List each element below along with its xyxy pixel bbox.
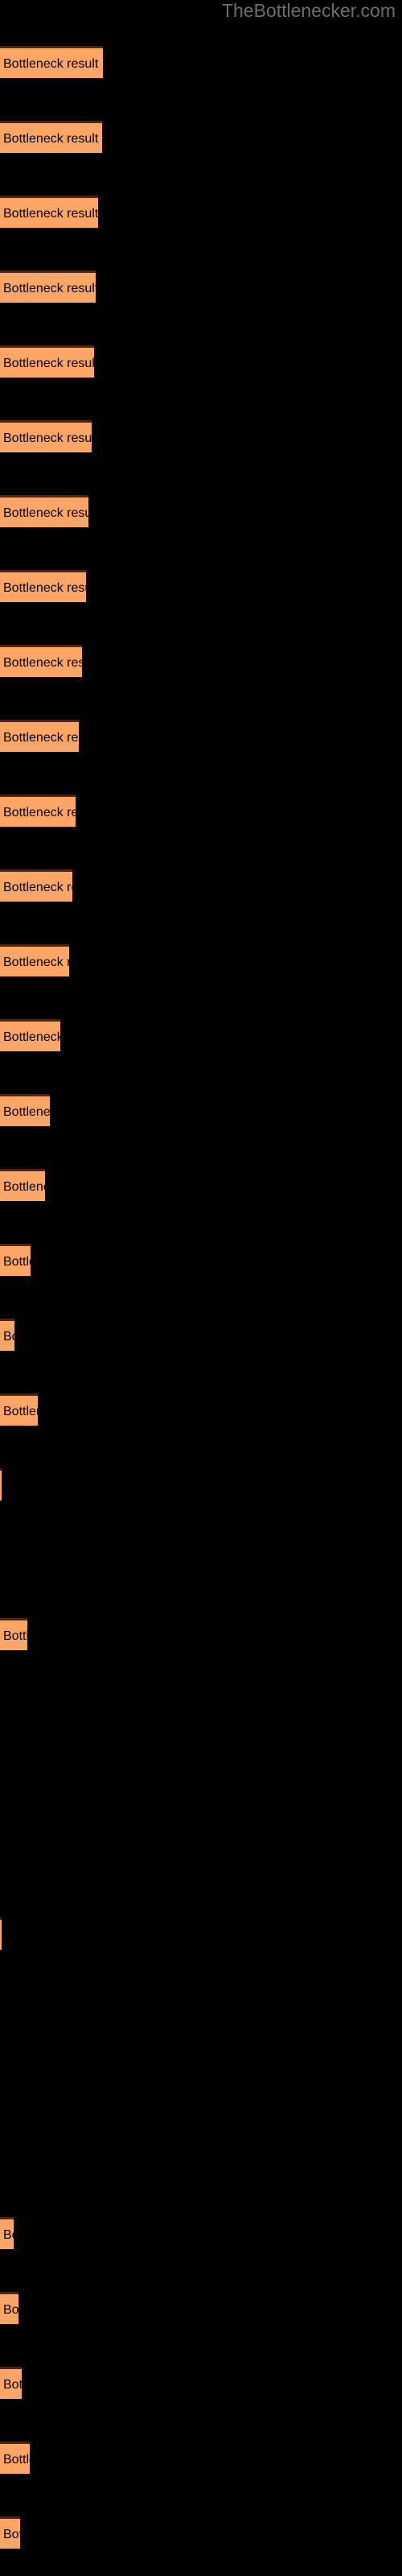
bar-row: Bottleneck result [0,1693,402,1725]
chart-bar[interactable]: Bottleneck result [0,420,92,452]
bar-label: Bottleneck result [3,1330,14,1344]
bar-label: Bottleneck result [3,1629,27,1643]
bar-row: Bottleneck result [0,1992,402,2025]
bar-row: Bottleneck result [0,1094,402,1126]
bar-row: Bottleneck result [0,1244,402,1276]
bar-label: Bottleneck result [3,1105,50,1119]
bar-label: Bottleneck result [3,581,86,595]
bar-row: Bottleneck result [0,2067,402,2099]
bar-row: Bottleneck result [0,869,402,902]
chart-bar[interactable]: Bottleneck result [0,121,102,153]
chart-bar[interactable]: Bottleneck result [0,1468,2,1501]
chart-bar[interactable]: Bottleneck result [0,1244,31,1276]
chart-bar[interactable]: Bottleneck result [0,2292,18,2324]
bar-label: Bottleneck result [3,506,88,520]
chart-bar[interactable]: Bottleneck result [0,196,98,228]
bar-label: Bottleneck result [3,431,92,445]
chart-bar[interactable]: Bottleneck result [0,720,79,752]
bar-row: Bottleneck result [0,495,402,527]
bar-row: Bottleneck result [0,2142,402,2174]
bar-row: Bottleneck result [0,944,402,976]
chart-bar[interactable]: Bottleneck result [0,2516,20,2549]
chart-bar[interactable]: Bottleneck result [0,1094,50,1126]
chart-bar[interactable]: Bottleneck result [0,944,69,976]
bar-row: Bottleneck result [0,2292,402,2324]
bar-row: Bottleneck result [0,795,402,827]
bar-label: Bottleneck result [3,656,82,670]
bar-row: Bottleneck result [0,1543,402,1575]
chart-bar[interactable]: Bottleneck result [0,645,82,677]
chart-bar[interactable]: Bottleneck result [0,1319,14,1351]
bar-label: Bottleneck result [3,1255,31,1269]
chart-bar[interactable]: Bottleneck result [0,1393,38,1426]
chart-bar[interactable]: Bottleneck result [0,869,72,902]
bar-row: Bottleneck result [0,1468,402,1501]
bar-label: Bottleneck result [3,282,96,295]
chart-bar[interactable]: Bottleneck result [0,270,96,303]
bar-row: Bottleneck result [0,345,402,378]
bar-label: Bottleneck result [3,57,99,71]
chart-bar[interactable]: Bottleneck result [0,1019,60,1051]
bar-row: Bottleneck result [0,2442,402,2474]
bar-row: Bottleneck result [0,1918,402,1950]
bar-row: Bottleneck result [0,1618,402,1650]
bar-row: Bottleneck result [0,2217,402,2249]
chart-bar[interactable]: Bottleneck result [0,495,88,527]
bar-label: Bottleneck result [3,2378,22,2392]
bar-label: Bottleneck result [3,2453,30,2467]
bar-label: Bottleneck result [3,132,99,146]
bar-label: Bottleneck result [3,1180,45,1194]
bar-row: Bottleneck result [0,1393,402,1426]
bar-row: Bottleneck result [0,196,402,228]
bar-row: Bottleneck result [0,1019,402,1051]
bar-row: Bottleneck result [0,46,402,78]
bar-label: Bottleneck result [3,1030,60,1044]
bar-row: Bottleneck result [0,121,402,153]
bar-row: Bottleneck result [0,1319,402,1351]
chart-bar[interactable]: Bottleneck result [0,570,86,602]
chart-page: TheBottlenecker.com Bottleneck result Bot… [0,0,402,2576]
bar-row: Bottleneck result [0,720,402,752]
bar-row: Bottleneck result [0,2516,402,2549]
bar-label: Bottleneck result [3,1405,38,1418]
chart-bar[interactable]: Bottleneck result [0,1169,45,1201]
bar-row: Bottleneck result [0,1843,402,1875]
bar-label: Bottleneck result [3,2228,14,2242]
bar-label: Bottleneck result [3,731,79,745]
bar-row: Bottleneck result [0,420,402,452]
chart-bar[interactable]: Bottleneck result [0,795,76,827]
bar-row: Bottleneck result [0,1169,402,1201]
bar-label: Bottleneck result [3,357,94,370]
chart-bar[interactable]: Bottleneck result [0,1918,2,1950]
bar-row: Bottleneck result [0,570,402,602]
chart-bar[interactable]: Bottleneck result [0,2442,30,2474]
bar-row: Bottleneck result [0,2367,402,2399]
bar-row: Bottleneck result [0,1768,402,1800]
bar-row: Bottleneck result [0,645,402,677]
chart-bar[interactable]: Bottleneck result [0,46,103,78]
bar-chart-plot-area: Bottleneck result Bottleneck result Bottle… [0,0,402,2576]
bar-row: Bottleneck result [0,270,402,303]
bar-label: Bottleneck result [3,207,98,221]
bar-label: Bottleneck result [3,2528,20,2541]
bar-label: Bottleneck result [3,2303,18,2317]
bar-label: Bottleneck result [3,806,76,819]
chart-bar[interactable]: Bottleneck result [0,1618,27,1650]
chart-bar[interactable]: Bottleneck result [0,2217,14,2249]
chart-bar[interactable]: Bottleneck result [0,2367,22,2399]
bar-label: Bottleneck result [3,956,69,969]
chart-bar[interactable]: Bottleneck result [0,345,94,378]
bar-label: Bottleneck result [3,881,72,894]
